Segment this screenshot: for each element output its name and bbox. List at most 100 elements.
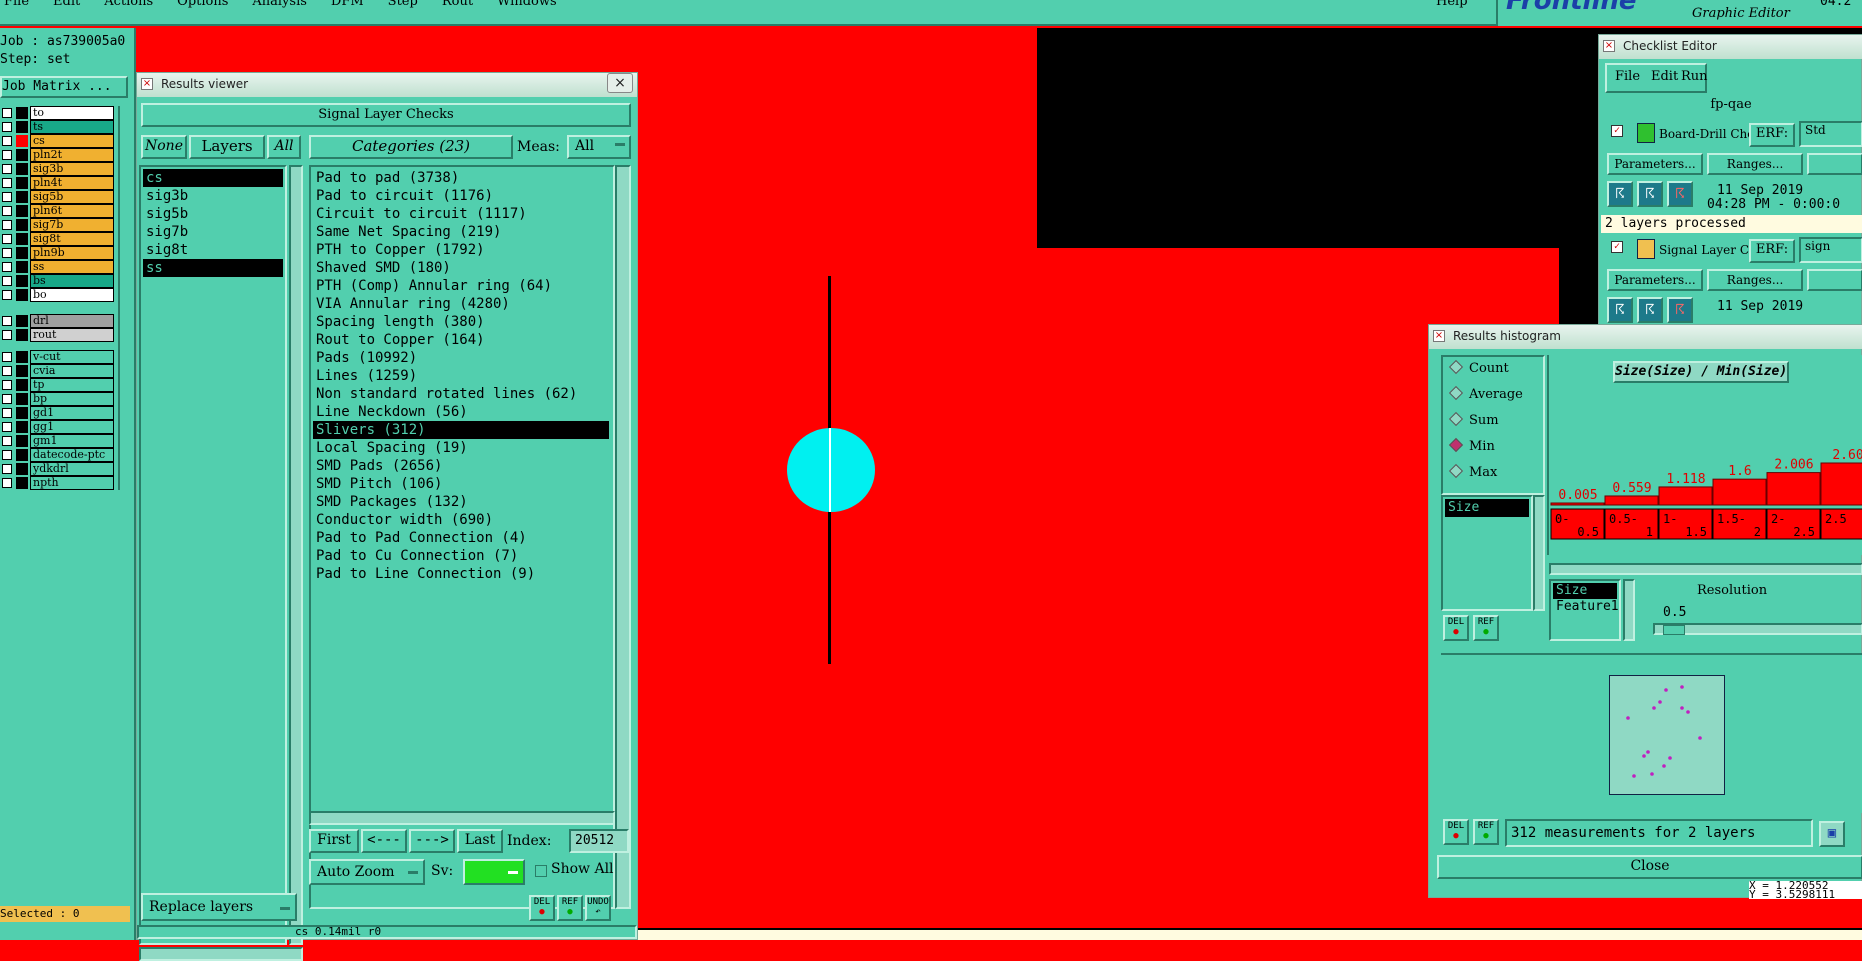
- category-list-item[interactable]: Non standard rotated lines (62): [313, 385, 609, 403]
- layer-row[interactable]: ss: [0, 260, 114, 274]
- layer-checkbox[interactable]: [2, 366, 12, 376]
- layer-row[interactable]: bs: [0, 274, 114, 288]
- histogram-ref-button[interactable]: REF ●: [1473, 615, 1499, 641]
- layer-list-item[interactable]: ss: [143, 259, 283, 277]
- layer-row[interactable]: cvia: [0, 364, 114, 378]
- categories-scrollbar[interactable]: [615, 165, 631, 909]
- help-menu[interactable]: Help: [1436, 0, 1468, 9]
- sv-color-dropdown[interactable]: [463, 859, 525, 885]
- menu-item-dfm[interactable]: DFM: [331, 0, 364, 9]
- preview-thumbnail[interactable]: [1609, 675, 1725, 795]
- entry-1-erf-value[interactable]: Std: [1799, 121, 1862, 147]
- layer-checkbox[interactable]: [2, 316, 12, 326]
- attr-scrollbar[interactable]: [1533, 495, 1545, 611]
- category-list-item[interactable]: Same Net Spacing (219): [313, 223, 609, 241]
- next-button[interactable]: --->: [409, 829, 455, 853]
- none-button[interactable]: None: [141, 135, 187, 159]
- resolution-slider-thumb[interactable]: [1663, 625, 1685, 635]
- layer-row[interactable]: pln2t: [0, 148, 114, 162]
- layers-button[interactable]: Layers: [189, 135, 265, 159]
- layer-checkbox[interactable]: [2, 478, 12, 488]
- layer-row[interactable]: rout: [0, 328, 114, 342]
- histogram-bar[interactable]: [1659, 487, 1712, 505]
- entry-1-checkbox[interactable]: ✓: [1611, 125, 1623, 137]
- prev-button[interactable]: <---: [361, 829, 407, 853]
- layer-row[interactable]: cs: [0, 134, 114, 148]
- entry-1-extra-button[interactable]: [1807, 153, 1862, 175]
- layer-row[interactable]: pln4t: [0, 176, 114, 190]
- job-matrix-button[interactable]: Job Matrix ...: [0, 76, 128, 98]
- preview-ref-button[interactable]: REF ●: [1473, 819, 1499, 845]
- layer-checkbox[interactable]: [2, 164, 12, 174]
- close-icon[interactable]: ×: [607, 73, 633, 93]
- categories-hscrollbar[interactable]: [309, 811, 615, 825]
- layer-row[interactable]: ts: [0, 120, 114, 134]
- menu-run[interactable]: Run: [1681, 69, 1708, 84]
- category-list-item[interactable]: Local Spacing (19): [313, 439, 609, 457]
- menu-item-analysis[interactable]: Analysis: [252, 0, 307, 9]
- menu-item-rout[interactable]: Rout: [442, 0, 473, 9]
- layer-list-item[interactable]: cs: [143, 169, 283, 187]
- category-list-item[interactable]: Spacing length (380): [313, 313, 609, 331]
- category-list-item[interactable]: Conductor width (690): [313, 511, 609, 529]
- category-list-item[interactable]: Slivers (312): [313, 421, 609, 439]
- category-list-item[interactable]: Circuit to circuit (1117): [313, 205, 609, 223]
- layer-row[interactable]: sig7b: [0, 218, 114, 232]
- ref-button[interactable]: REF ●: [557, 895, 583, 921]
- category-list-item[interactable]: Pad to Line Connection (9): [313, 565, 609, 583]
- layer-checkbox[interactable]: [2, 422, 12, 432]
- entry-1-ranges-button[interactable]: Ranges...: [1707, 153, 1803, 175]
- layer-row[interactable]: v-cut: [0, 350, 114, 364]
- category-list-item[interactable]: Pad to circuit (1176): [313, 187, 609, 205]
- layers-list[interactable]: cssig3bsig5bsig7bsig8tss: [139, 165, 287, 945]
- entry-2-parameters-button[interactable]: Parameters...: [1607, 269, 1703, 291]
- layer-row[interactable]: pln9b: [0, 246, 114, 260]
- category-list-item[interactable]: VIA Annular ring (4280): [313, 295, 609, 313]
- category-list-item[interactable]: Line Neckdown (56): [313, 403, 609, 421]
- last-button[interactable]: Last: [457, 829, 503, 853]
- layer-checkbox[interactable]: [2, 276, 12, 286]
- layer-row[interactable]: bo: [0, 288, 114, 302]
- layer-row[interactable]: to: [0, 106, 114, 120]
- layer-row[interactable]: sig5b: [0, 190, 114, 204]
- index-input[interactable]: 20512: [569, 829, 629, 853]
- mode-radio-sum[interactable]: Sum: [1443, 409, 1543, 435]
- layers-scrollbar[interactable]: [289, 165, 303, 945]
- replace-layers-dropdown[interactable]: Replace layers: [141, 893, 297, 921]
- menu-item-windows[interactable]: Windows: [497, 0, 557, 9]
- category-list-item[interactable]: Pads (10992): [313, 349, 609, 367]
- entry-1-parameters-button[interactable]: Parameters...: [1607, 153, 1703, 175]
- layers-hscrollbar[interactable]: [139, 947, 303, 961]
- category-list-item[interactable]: Pad to Pad Connection (4): [313, 529, 609, 547]
- menu-item-edit[interactable]: Edit: [53, 0, 80, 9]
- mode-radio-count[interactable]: Count: [1443, 357, 1543, 383]
- entry-2-checkbox[interactable]: ✓: [1611, 241, 1623, 253]
- category-list-item[interactable]: Shaved SMD (180): [313, 259, 609, 277]
- layer-checkbox[interactable]: [2, 352, 12, 362]
- show-all-checkbox[interactable]: [535, 865, 547, 877]
- layer-row[interactable]: npth: [0, 476, 114, 490]
- histogram-bar[interactable]: [1551, 503, 1604, 505]
- layer-checkbox[interactable]: [2, 394, 12, 404]
- category-list-item[interactable]: Lines (1259): [313, 367, 609, 385]
- mode-radio-min[interactable]: Min: [1443, 435, 1543, 461]
- layer-checkbox[interactable]: [2, 122, 12, 132]
- layer-checkbox[interactable]: [2, 262, 12, 272]
- run-icon[interactable]: ☈: [1637, 297, 1663, 323]
- histogram-bar[interactable]: [1713, 479, 1766, 505]
- entry-1-erf-button[interactable]: ERF:: [1749, 123, 1795, 147]
- layer-row[interactable]: drl: [0, 314, 114, 328]
- category-list-item[interactable]: SMD Pads (2656): [313, 457, 609, 475]
- entry-2-erf-value[interactable]: sign: [1799, 237, 1862, 263]
- menu-item-step[interactable]: Step: [388, 0, 418, 9]
- del-button[interactable]: DEL ●: [529, 895, 555, 921]
- chart-hscrollbar[interactable]: [1549, 563, 1862, 575]
- menu-file[interactable]: File: [1615, 69, 1640, 84]
- menu-edit[interactable]: Edit: [1651, 69, 1678, 84]
- layer-row[interactable]: gd1: [0, 406, 114, 420]
- entry-2-erf-button[interactable]: ERF:: [1749, 239, 1795, 263]
- fields-list[interactable]: SizeFeature1: [1549, 579, 1621, 641]
- layer-checkbox[interactable]: [2, 192, 12, 202]
- layer-checkbox[interactable]: [2, 136, 12, 146]
- run-icon[interactable]: ☈: [1607, 181, 1633, 207]
